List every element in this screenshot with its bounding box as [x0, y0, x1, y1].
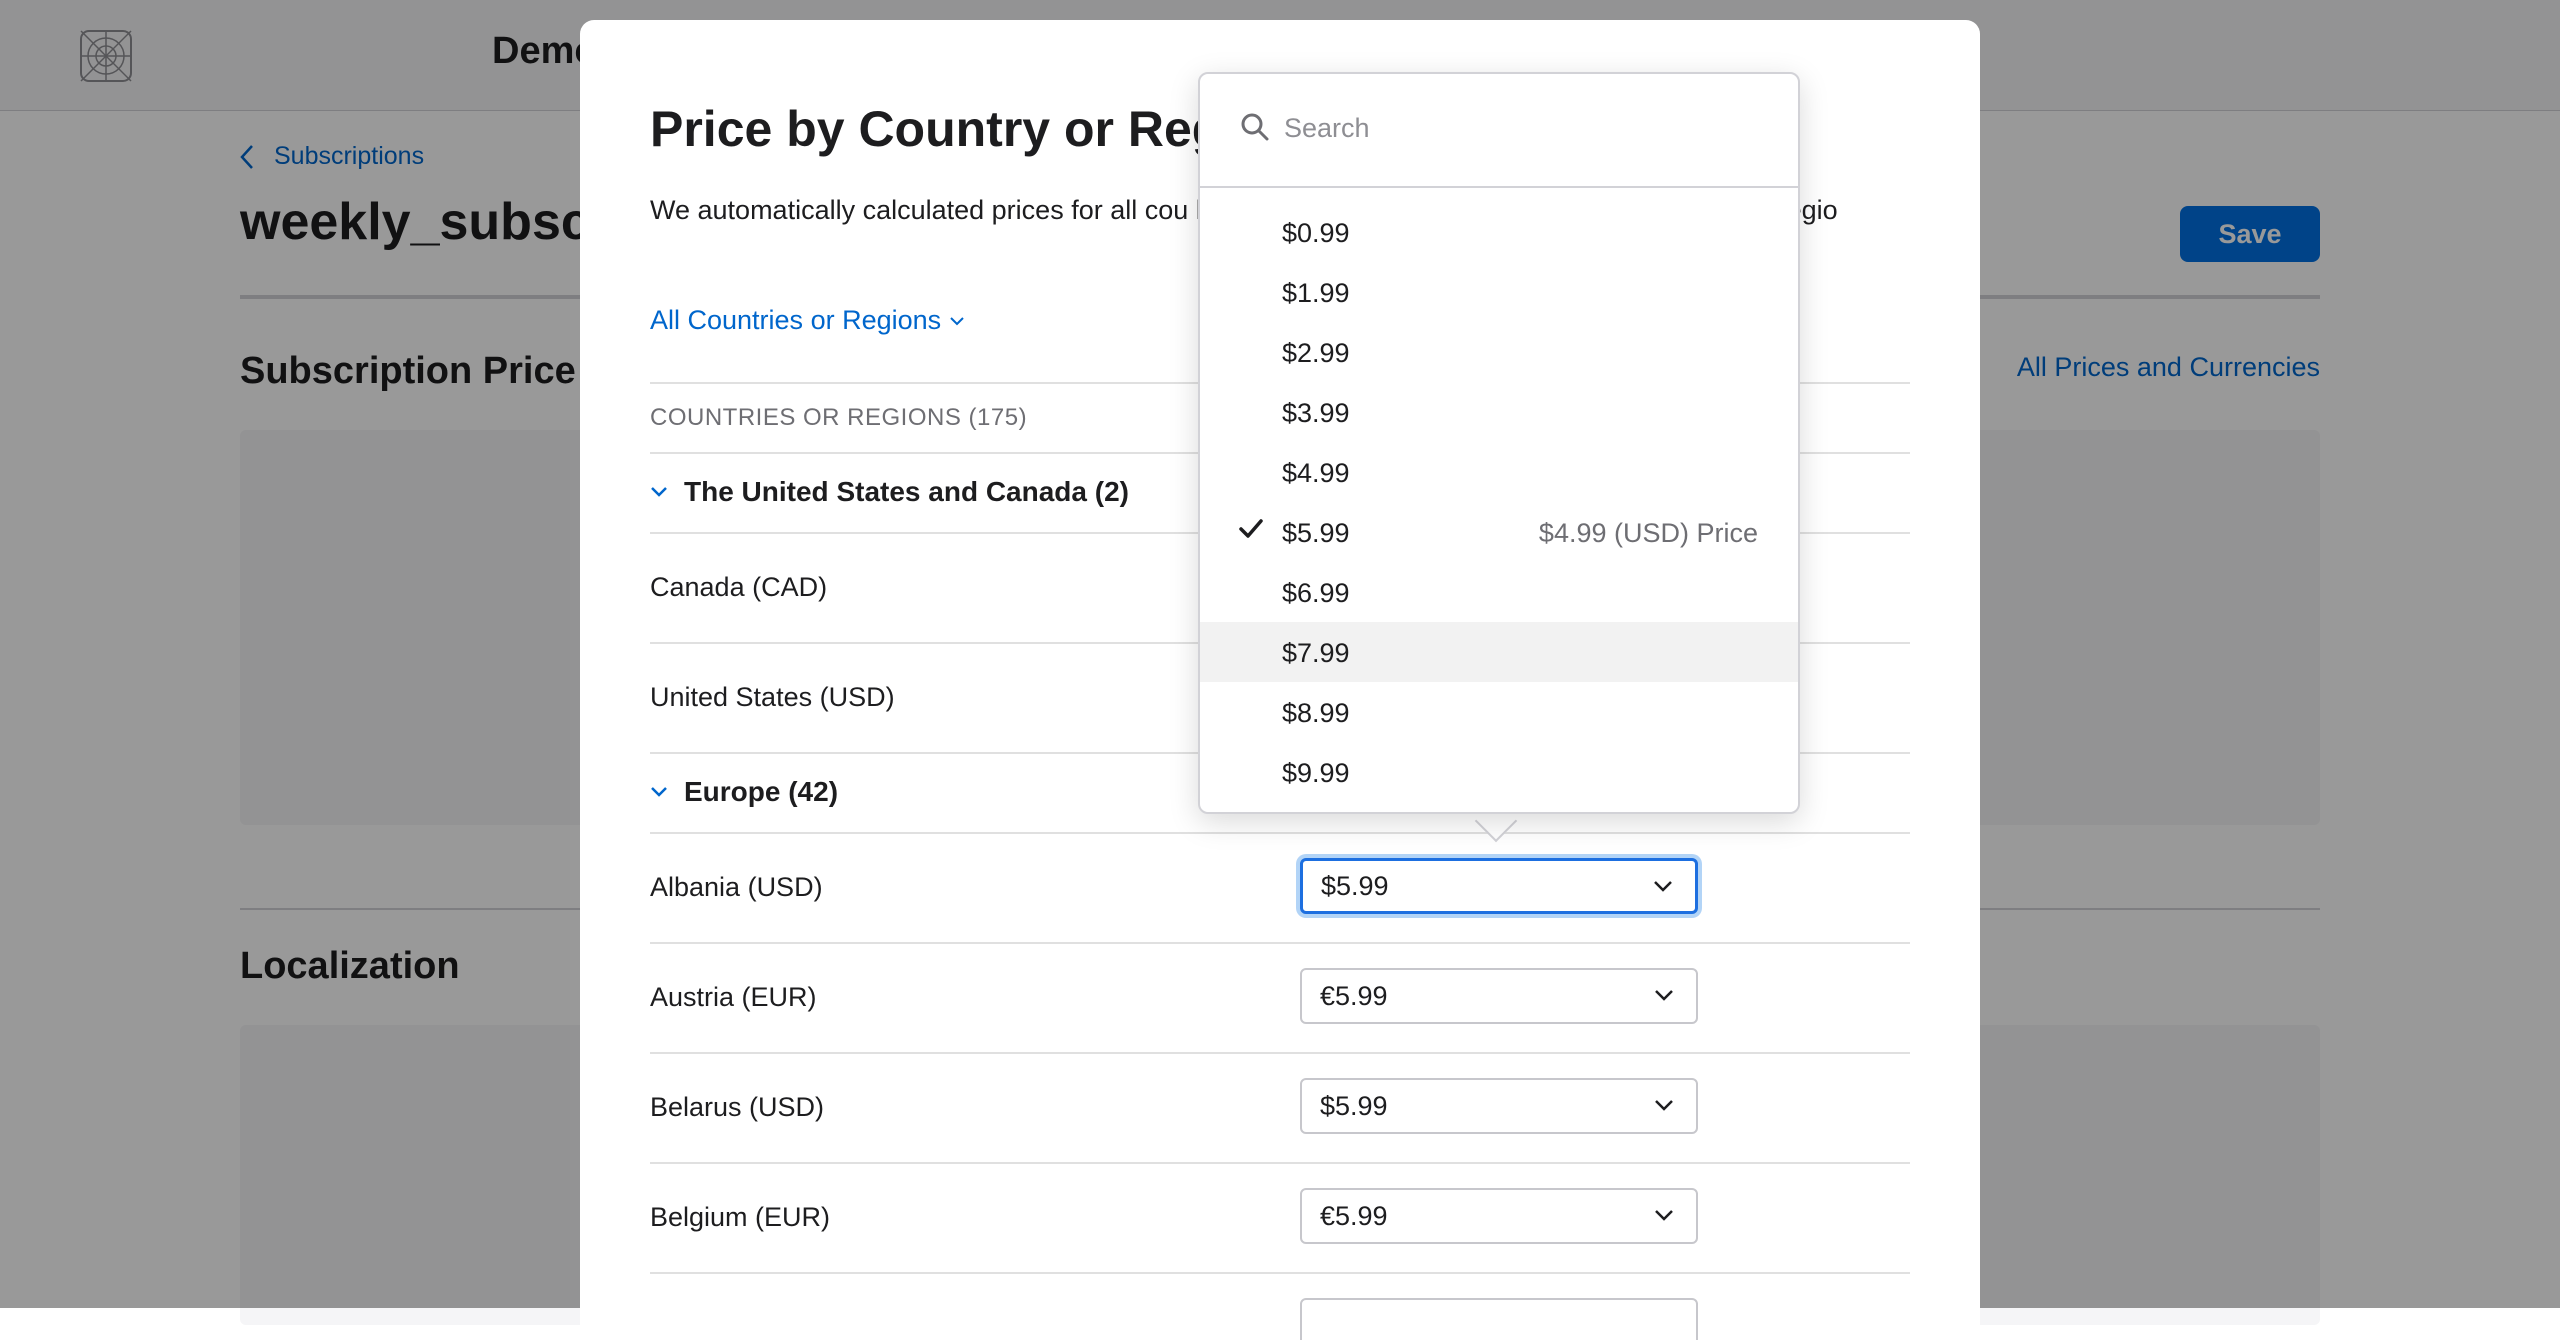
- filter-label: All Countries or Regions: [650, 305, 942, 335]
- price-option[interactable]: $2.99: [1200, 322, 1798, 382]
- chevron-down-icon: [1655, 1100, 1673, 1111]
- search-icon: [1241, 113, 1269, 141]
- price-option-label: $3.99: [1282, 398, 1350, 428]
- filter-all-countries-dropdown[interactable]: All Countries or Regions: [650, 305, 965, 336]
- price-option-label: $5.99: [1282, 518, 1350, 548]
- price-option-label: $9.99: [1282, 758, 1350, 788]
- group-label: Europe (42): [684, 776, 839, 807]
- price-select-belarus[interactable]: $5.99: [1300, 1078, 1698, 1134]
- price-dropdown-popover: $0.99 $1.99 $2.99 $3.99 $4.99 $5.99 $4.9…: [1198, 72, 1800, 814]
- price-option[interactable]: $9.99: [1200, 742, 1798, 802]
- price-select[interactable]: [1300, 1298, 1698, 1340]
- price-option-label: $8.99: [1282, 698, 1350, 728]
- country-name: Belgium (EUR): [650, 1202, 831, 1232]
- table-row: [650, 1272, 1910, 1340]
- chevron-down-icon: [651, 487, 667, 497]
- price-option-label: $6.99: [1282, 578, 1350, 608]
- price-options-list: $0.99 $1.99 $2.99 $3.99 $4.99 $5.99 $4.9…: [1200, 202, 1798, 802]
- price-option-label: $0.99: [1282, 218, 1350, 248]
- search-input[interactable]: [1282, 104, 1766, 152]
- table-row: Austria (EUR) €5.99: [650, 942, 1910, 1052]
- price-select-albania[interactable]: $5.99: [1300, 858, 1698, 914]
- price-option-label: $1.99: [1282, 278, 1350, 308]
- price-select-value: €5.99: [1320, 1200, 1388, 1231]
- price-option[interactable]: $0.99: [1200, 202, 1798, 262]
- chevron-down-icon: [1655, 1210, 1673, 1221]
- modal-title: Price by Country or Regi: [650, 101, 1237, 157]
- table-header-label: COUNTRIES OR REGIONS (175): [650, 404, 1028, 431]
- price-select-value: $5.99: [1320, 1090, 1388, 1121]
- table-row: Belgium (EUR) €5.99: [650, 1162, 1910, 1272]
- checkmark-icon: [1239, 519, 1263, 538]
- country-name: Austria (EUR): [650, 982, 817, 1012]
- chevron-down-icon: [651, 787, 667, 797]
- price-option-hovered[interactable]: $7.99: [1200, 622, 1798, 682]
- country-name: Albania (USD): [650, 872, 823, 902]
- table-row: Albania (USD) $5.99: [650, 832, 1910, 942]
- price-option[interactable]: $8.99: [1200, 682, 1798, 742]
- search-bar: [1200, 74, 1798, 188]
- price-select-austria[interactable]: €5.99: [1300, 968, 1698, 1024]
- country-name: Belarus (USD): [650, 1092, 825, 1122]
- table-row: Belarus (USD) $5.99: [650, 1052, 1910, 1162]
- price-option-label: $2.99: [1282, 338, 1350, 368]
- price-option-selected[interactable]: $5.99 $4.99 (USD) Price: [1200, 502, 1798, 562]
- price-option[interactable]: $1.99: [1200, 262, 1798, 322]
- price-option-note: $4.99 (USD) Price: [1538, 518, 1758, 548]
- country-name: United States (USD): [650, 682, 895, 712]
- price-select-value: $5.99: [1321, 870, 1389, 901]
- price-select-value: €5.99: [1320, 980, 1388, 1011]
- price-option[interactable]: $3.99: [1200, 382, 1798, 442]
- group-label: The United States and Canada (2): [684, 476, 1129, 507]
- chevron-down-icon: [1654, 881, 1672, 892]
- price-option-label: $7.99: [1282, 638, 1350, 668]
- price-option[interactable]: $6.99: [1200, 562, 1798, 622]
- chevron-down-icon: [950, 316, 964, 325]
- price-option[interactable]: $4.99: [1200, 442, 1798, 502]
- price-select-belgium[interactable]: €5.99: [1300, 1188, 1698, 1244]
- price-option-label: $4.99: [1282, 458, 1350, 488]
- country-name: Canada (CAD): [650, 572, 828, 602]
- chevron-down-icon: [1655, 990, 1673, 1001]
